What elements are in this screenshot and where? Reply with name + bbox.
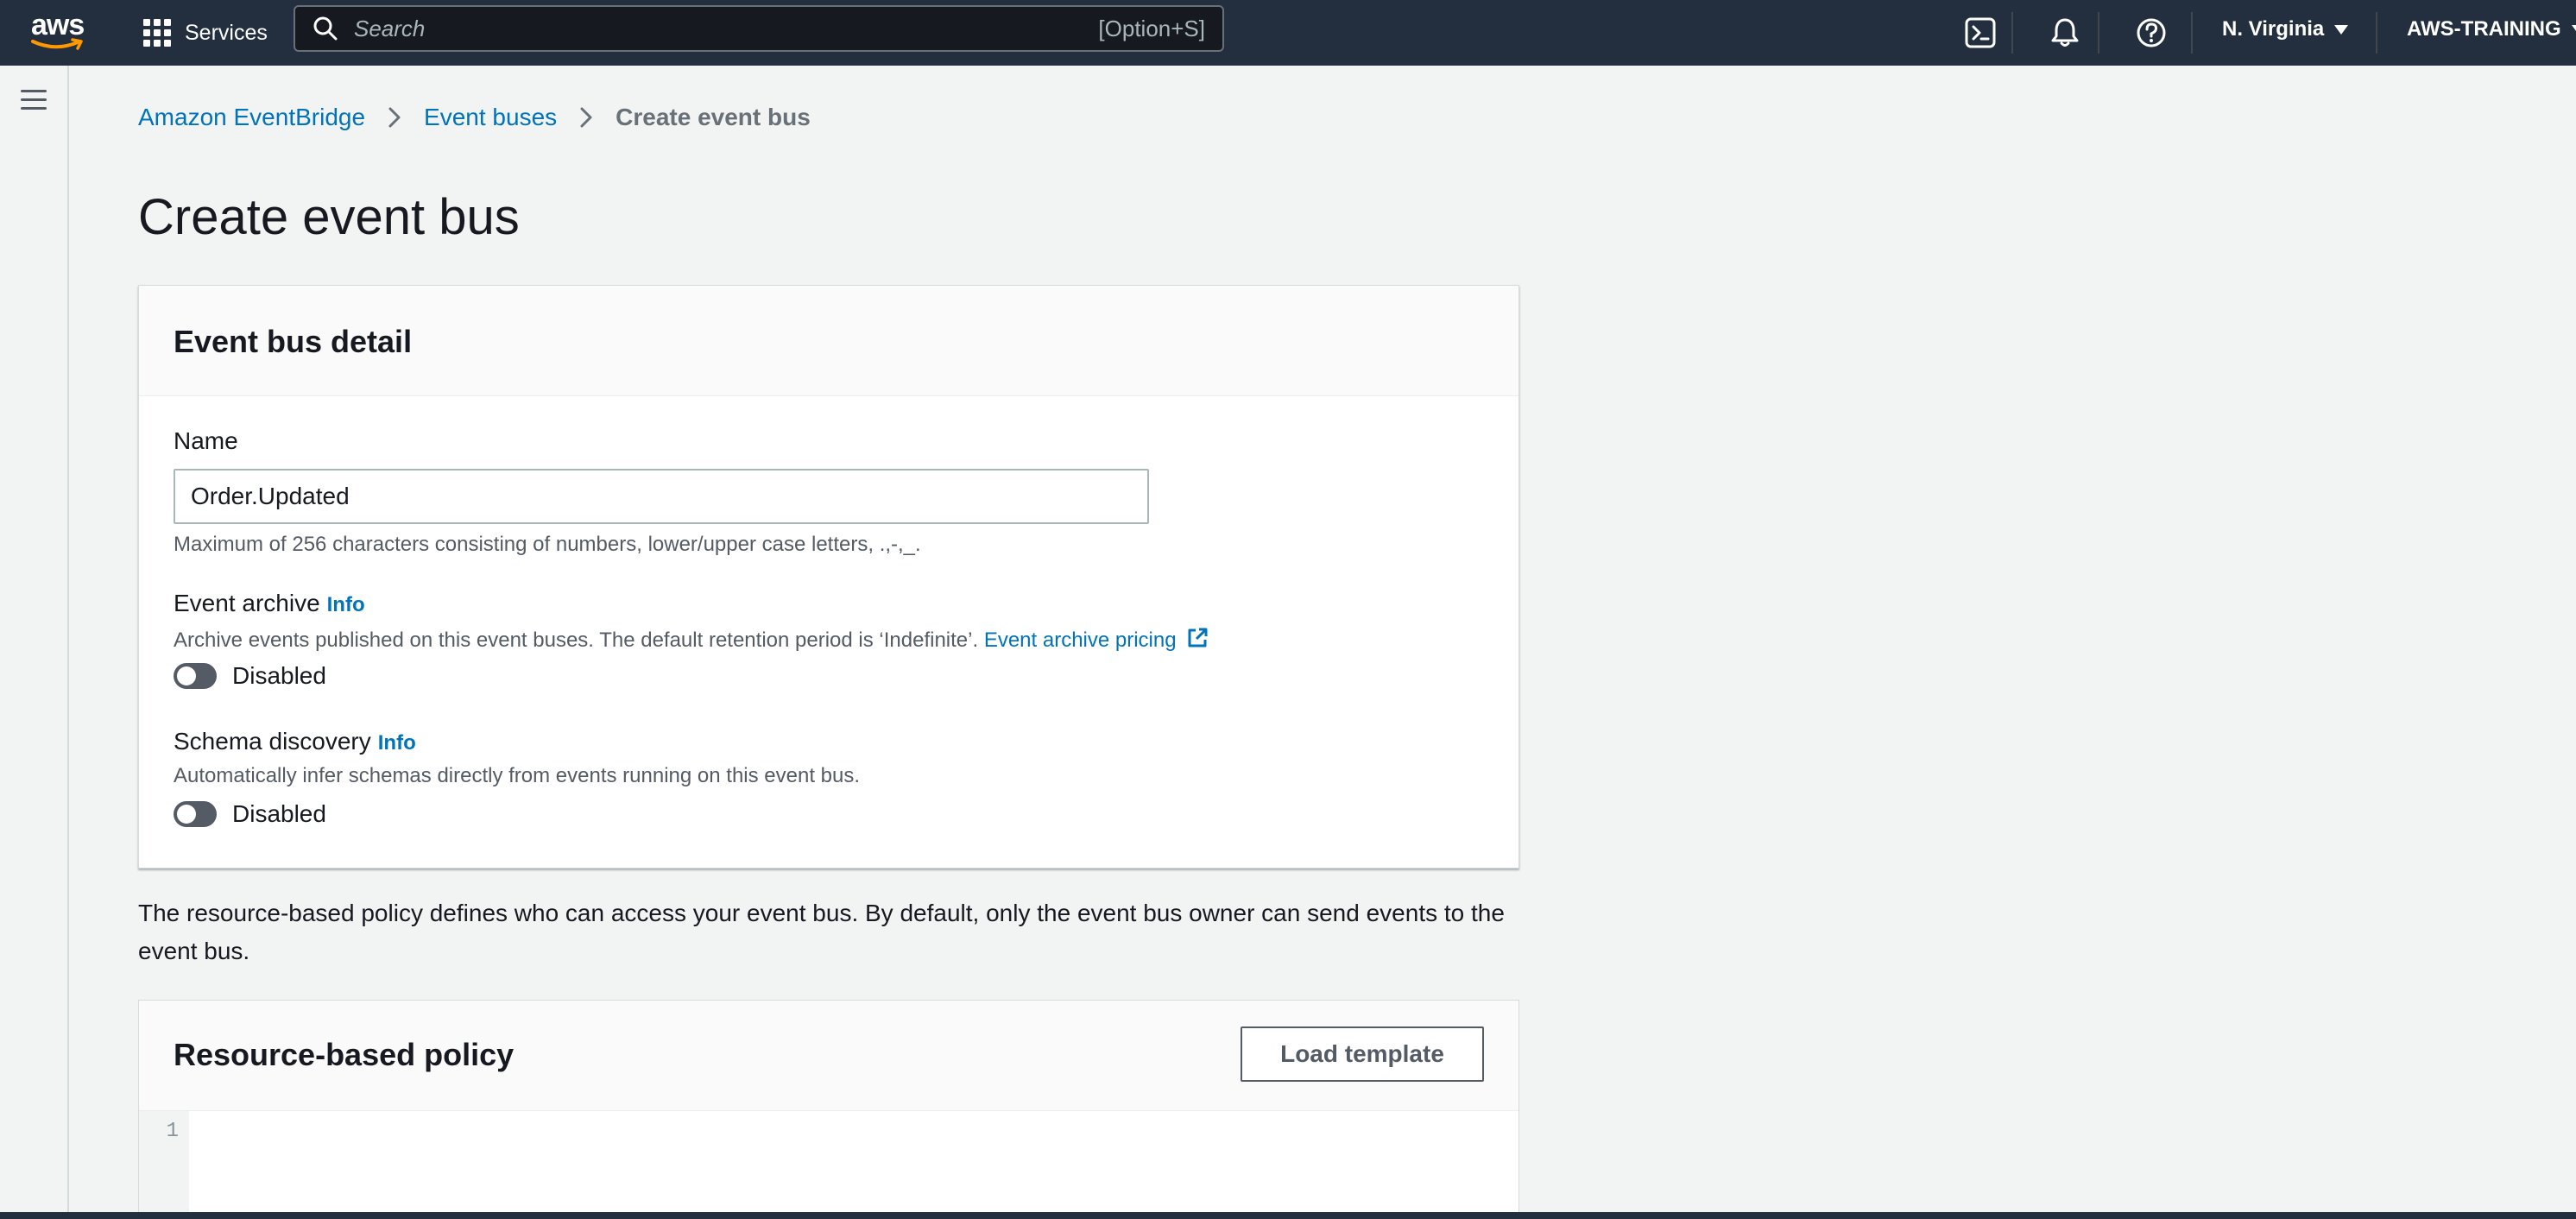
services-grid-icon (143, 19, 171, 47)
help-icon[interactable] (2134, 16, 2169, 50)
bottom-bar (0, 1212, 2576, 1219)
event-archive-pricing-link[interactable]: Event archive pricing (984, 628, 1209, 652)
resource-based-policy-panel: Resource-based policy Load template 1 (138, 1000, 1519, 1214)
breadcrumb: Amazon EventBridge Event buses Create ev… (138, 104, 811, 131)
aws-smile-icon (31, 38, 83, 50)
search-input[interactable] (352, 14, 1099, 43)
schema-discovery-label-row: Schema discovery Info (174, 728, 416, 755)
account-label: AWS-TRAINING (2407, 17, 2561, 41)
page-title: Create event bus (138, 189, 520, 245)
nav-divider (2376, 12, 2377, 54)
panel-header: Event bus detail (139, 286, 1518, 396)
side-navigation-rail (0, 66, 69, 1214)
hamburger-menu-icon[interactable] (21, 88, 48, 112)
event-archive-label-row: Event archive Info (174, 590, 365, 617)
event-bus-name-input[interactable] (174, 469, 1149, 524)
policy-code-editor[interactable]: 1 (139, 1111, 1518, 1214)
cloudshell-icon[interactable] (1963, 16, 1998, 50)
region-label: N. Virginia (2222, 17, 2325, 41)
chevron-right-icon (580, 107, 592, 128)
name-hint: Maximum of 256 characters consisting of … (174, 533, 921, 556)
services-label: Services (185, 20, 268, 45)
event-archive-info-link[interactable]: Info (327, 593, 365, 616)
resource-policy-description: The resource-based policy defines who ca… (138, 900, 1505, 964)
account-menu[interactable]: AWS-TRAINING (2407, 17, 2576, 41)
schema-discovery-toggle[interactable] (174, 801, 217, 827)
services-menu-button[interactable]: Services (143, 14, 268, 52)
breadcrumb-current: Create event bus (616, 104, 811, 130)
breadcrumb-link-eventbridge[interactable]: Amazon EventBridge (138, 104, 365, 131)
notifications-bell-icon[interactable] (2048, 16, 2082, 50)
nav-divider (2098, 12, 2099, 54)
aws-logo[interactable]: aws (29, 9, 86, 54)
schema-discovery-toggle-row: Disabled (174, 800, 326, 828)
event-archive-pricing-label: Event archive pricing (983, 628, 1177, 652)
name-label: Name (174, 427, 238, 454)
event-archive-label: Event archive (174, 590, 320, 616)
schema-discovery-label: Schema discovery (174, 728, 371, 755)
chevron-right-icon (388, 107, 401, 128)
event-archive-description: Archive events published on this event b… (174, 626, 1209, 653)
event-bus-detail-panel: Event bus detail Name Maximum of 256 cha… (138, 285, 1519, 868)
schema-discovery-info-link[interactable]: Info (378, 731, 416, 755)
editor-gutter: 1 (139, 1111, 189, 1214)
event-archive-description-text: Archive events published on this event b… (174, 628, 979, 652)
line-number: 1 (166, 1120, 179, 1143)
top-navigation: aws Services [Option+S] (0, 0, 2576, 66)
region-selector[interactable]: N. Virginia (2222, 17, 2349, 41)
search-icon (313, 16, 338, 41)
nav-divider (2191, 12, 2193, 54)
caret-down-icon (2571, 24, 2576, 35)
schema-discovery-description: Automatically infer schemas directly fro… (174, 764, 861, 787)
event-archive-toggle[interactable] (174, 663, 217, 689)
schema-discovery-toggle-label: Disabled (232, 800, 326, 827)
caret-down-icon (2334, 24, 2349, 35)
nav-divider (2011, 12, 2013, 54)
event-archive-toggle-label: Disabled (232, 662, 326, 689)
external-link-icon (1188, 628, 1208, 647)
load-template-button[interactable]: Load template (1241, 1026, 1484, 1082)
panel-title: Event bus detail (174, 324, 413, 359)
global-search[interactable]: [Option+S] (294, 5, 1224, 52)
event-archive-toggle-row: Disabled (174, 662, 326, 690)
breadcrumb-link-event-buses[interactable]: Event buses (424, 104, 557, 131)
search-shortcut-hint: [Option+S] (1098, 15, 1205, 41)
panel-header: Resource-based policy Load template (139, 1001, 1518, 1111)
panel-title: Resource-based policy (174, 1037, 515, 1072)
